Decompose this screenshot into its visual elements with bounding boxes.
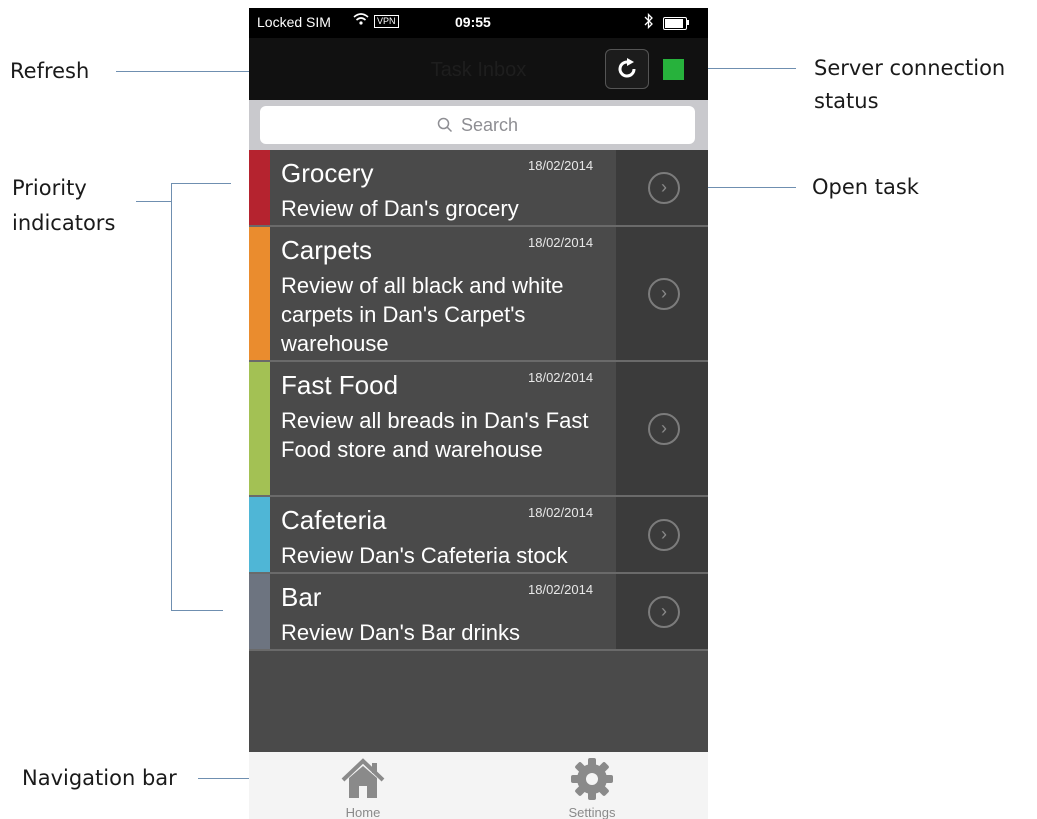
- open-task-button[interactable]: ›: [616, 362, 708, 495]
- task-description: Review Dan's Cafeteria stock: [281, 543, 568, 568]
- annotation-priority-bracket-bottom: [171, 610, 223, 611]
- search-input[interactable]: Search: [260, 106, 695, 144]
- home-icon: [341, 758, 385, 798]
- annotation-priority-line1: Priority: [12, 176, 87, 200]
- annotation-navigation-bar-line: [198, 778, 249, 779]
- server-connection-status-indicator: [663, 59, 684, 80]
- chevron-right-icon: ›: [648, 412, 680, 445]
- task-description: Review of Dan's grocery: [281, 196, 519, 221]
- refresh-icon: [618, 58, 636, 78]
- gear-icon: [571, 758, 613, 800]
- navigation-bar: Home Settings: [249, 752, 708, 819]
- refresh-button[interactable]: [605, 49, 649, 89]
- chevron-right-icon: ›: [648, 518, 680, 551]
- tab-settings[interactable]: Settings: [517, 752, 667, 819]
- annotation-priority-connector: [136, 201, 171, 202]
- task-title: Bar: [281, 582, 322, 612]
- task-row[interactable]: Bar 18/02/2014 Review Dan's Bar drinks ›: [249, 574, 708, 651]
- battery-tip: [687, 20, 689, 25]
- bluetooth-icon: [644, 12, 654, 32]
- task-date: 18/02/2014: [528, 235, 594, 250]
- navigation-header: Task Inbox: [249, 38, 708, 100]
- priority-indicator: [249, 150, 270, 225]
- priority-indicator: [249, 497, 270, 572]
- task-description: Review Dan's Bar drinks: [281, 620, 520, 645]
- tab-home[interactable]: Home: [288, 752, 438, 819]
- task-date: 18/02/2014: [528, 158, 594, 173]
- task-row[interactable]: Fast Food 18/02/2014 Review all breads i…: [249, 362, 708, 497]
- annotation-priority-bracket-vertical: [171, 183, 172, 610]
- priority-indicator: [249, 362, 270, 495]
- annotation-priority-bracket-top: [171, 183, 231, 184]
- annotation-refresh: Refresh: [10, 59, 90, 83]
- wifi-icon: [353, 12, 369, 29]
- task-row[interactable]: Cafeteria 18/02/2014 Review Dan's Cafete…: [249, 497, 708, 574]
- task-title: Cafeteria: [281, 505, 387, 535]
- annotation-priority-line2: indicators: [12, 211, 116, 235]
- task-date: 18/02/2014: [528, 505, 594, 520]
- phone-screen: Locked SIM VPN 09:55 Task Inbox Search G…: [249, 8, 708, 819]
- search-bar: Search: [249, 100, 708, 150]
- annotation-open-task: Open task: [812, 175, 919, 199]
- chevron-right-icon: ›: [648, 171, 680, 204]
- open-task-button[interactable]: ›: [616, 497, 708, 572]
- task-title: Carpets: [281, 235, 373, 265]
- task-date: 18/02/2014: [528, 370, 594, 385]
- task-description: Review of all black and white carpets in…: [281, 273, 564, 356]
- tab-settings-label: Settings: [568, 805, 616, 819]
- status-bar: Locked SIM VPN 09:55: [249, 8, 708, 38]
- priority-indicator: [249, 227, 270, 360]
- task-description: Review all breads in Dan's Fast Food sto…: [281, 408, 589, 462]
- carrier-label: Locked SIM: [257, 14, 331, 30]
- open-task-button[interactable]: ›: [616, 150, 708, 225]
- battery-icon: [663, 17, 687, 30]
- task-date: 18/02/2014: [528, 582, 594, 597]
- search-placeholder: Search: [460, 115, 519, 135]
- annotation-server-status-line1: Server connection: [814, 56, 1006, 80]
- annotation-navigation-bar: Navigation bar: [22, 766, 177, 790]
- search-icon: [437, 117, 452, 132]
- open-task-button[interactable]: ›: [616, 574, 708, 649]
- chevron-right-icon: ›: [648, 595, 680, 628]
- task-title: Grocery: [281, 158, 374, 188]
- task-title: Fast Food: [281, 370, 399, 400]
- task-row[interactable]: Carpets 18/02/2014 Review of all black a…: [249, 227, 708, 362]
- tab-home-label: Home: [345, 805, 381, 819]
- task-list: Grocery 18/02/2014 Review of Dan's groce…: [249, 150, 708, 651]
- clock: 09:55: [455, 14, 491, 30]
- vpn-badge: VPN: [374, 15, 399, 28]
- priority-indicator: [249, 574, 270, 649]
- task-row[interactable]: Grocery 18/02/2014 Review of Dan's groce…: [249, 150, 708, 227]
- chevron-right-icon: ›: [648, 277, 680, 310]
- annotation-server-status-line2: status: [814, 89, 879, 113]
- open-task-button[interactable]: ›: [616, 227, 708, 360]
